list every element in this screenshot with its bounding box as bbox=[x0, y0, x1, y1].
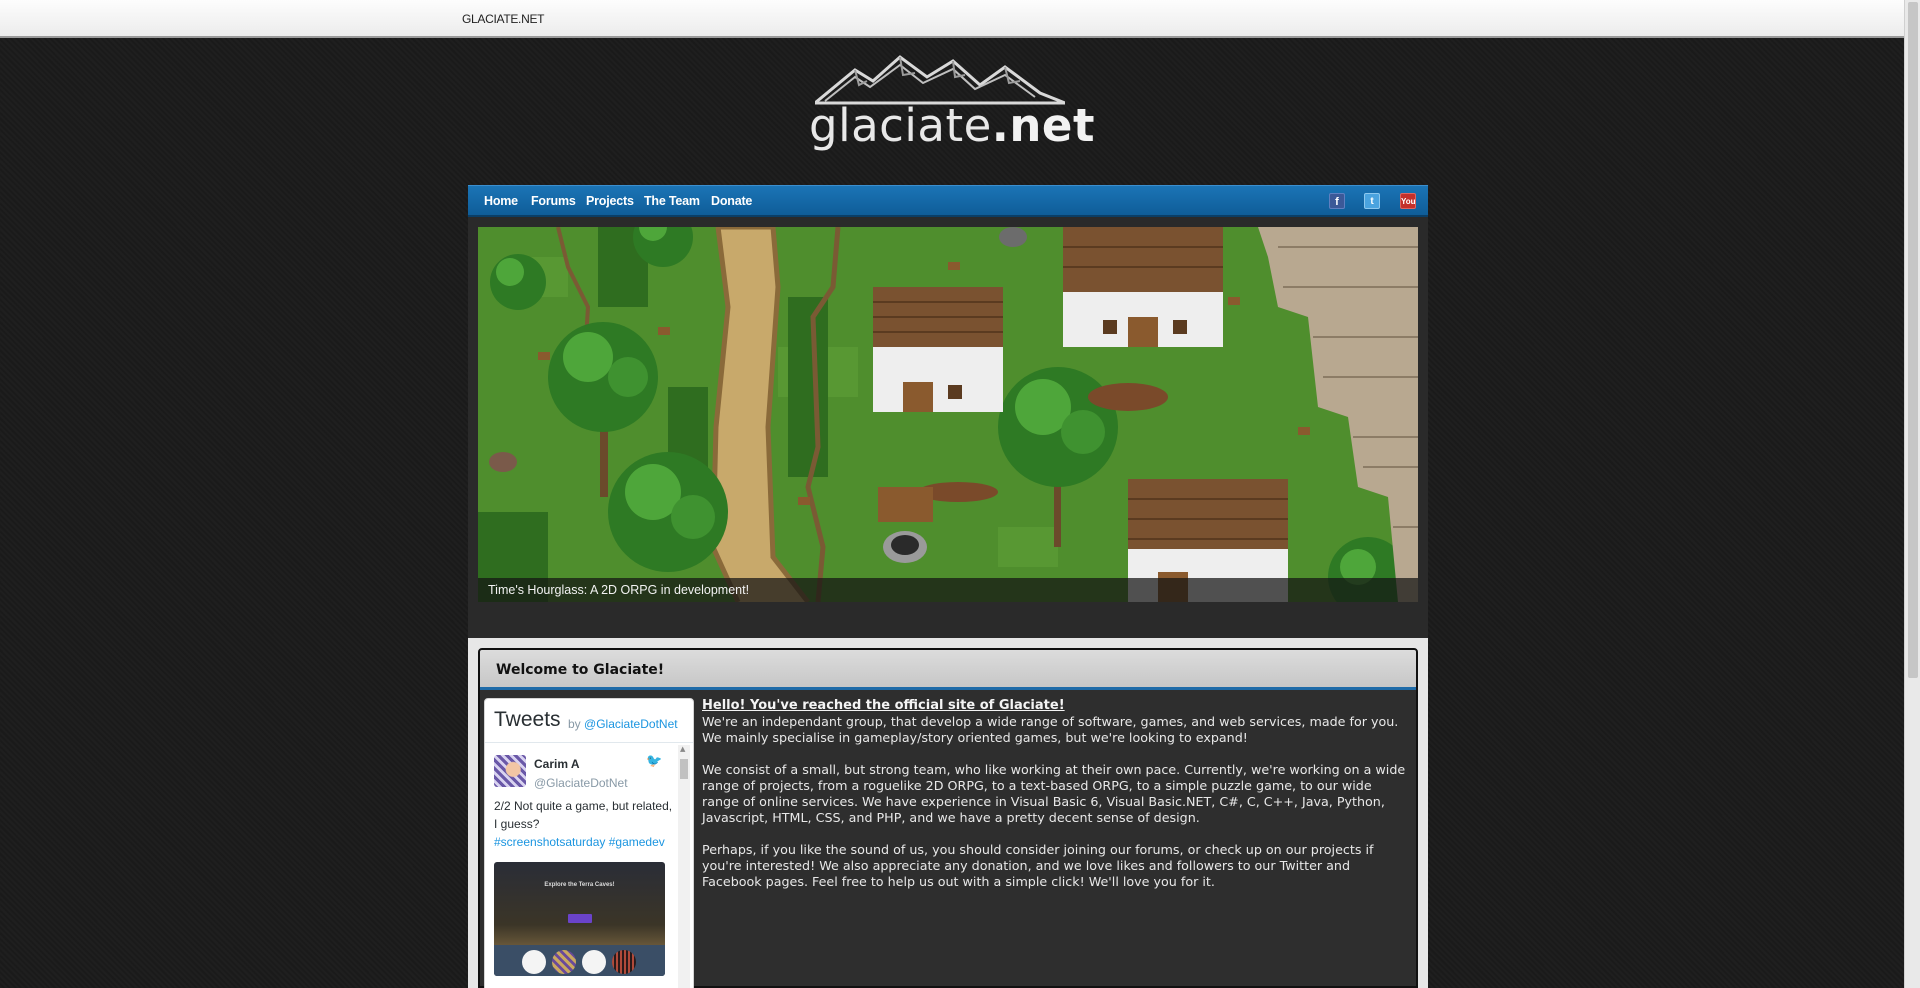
intro-paragraph-1: We're an independant group, that develop… bbox=[702, 714, 1399, 745]
tweet-media-image[interactable]: Explore the Terra Caves! bbox=[494, 862, 665, 976]
tweet-media-button bbox=[568, 914, 592, 923]
tweets-by: by @GlaciateDotNet bbox=[568, 717, 678, 731]
welcome-title: Welcome to Glaciate! bbox=[496, 662, 665, 678]
nav-home[interactable]: Home bbox=[484, 194, 518, 208]
media-avatar-1 bbox=[522, 950, 546, 974]
tweets-header: Tweets by @GlaciateDotNet bbox=[485, 699, 693, 743]
media-avatar-3 bbox=[582, 950, 606, 974]
tweet-media-strip bbox=[494, 945, 665, 976]
youtube-icon[interactable]: You bbox=[1400, 193, 1416, 209]
media-avatar-4 bbox=[612, 950, 636, 974]
facebook-icon[interactable]: f bbox=[1329, 193, 1345, 209]
mountains-icon bbox=[815, 55, 1065, 105]
tweet-media-title: Explore the Terra Caves! bbox=[544, 882, 615, 888]
nav-forums[interactable]: Forums bbox=[531, 194, 576, 208]
welcome-panel-header: Welcome to Glaciate! bbox=[480, 650, 1416, 690]
tweet-author-name[interactable]: Carim A bbox=[534, 757, 580, 771]
nav-donate[interactable]: Donate bbox=[711, 194, 752, 208]
tweets-scrollbar[interactable]: ▲ bbox=[678, 745, 690, 988]
tweets-scroll-thumb[interactable] bbox=[680, 759, 688, 779]
tweet-author-handle[interactable]: @GlaciateDotNet bbox=[534, 776, 628, 790]
intro-headline: Hello! You've reached the official site … bbox=[702, 698, 1065, 713]
tweets-title: Tweets bbox=[494, 708, 561, 731]
slide-caption: Time's Hourglass: A 2D ORPG in developme… bbox=[478, 578, 1418, 602]
tweets-account-link[interactable]: @GlaciateDotNet bbox=[584, 717, 678, 731]
avatar[interactable] bbox=[494, 755, 526, 787]
game-map-image bbox=[478, 227, 1418, 602]
intro-paragraph-2: We consist of a small, but strong team, … bbox=[702, 762, 1406, 825]
nav-the-team[interactable]: The Team bbox=[644, 194, 700, 208]
tweet-hashtags[interactable]: #screenshotsaturday #gamedev bbox=[494, 835, 665, 849]
twitter-timeline-widget[interactable]: Tweets by @GlaciateDotNet Carim A @Glaci… bbox=[484, 698, 694, 988]
twitter-icon[interactable]: t bbox=[1364, 193, 1380, 209]
intro-text: Hello! You've reached the official site … bbox=[702, 698, 1412, 906]
scrollbar-thumb[interactable] bbox=[1908, 2, 1918, 678]
scroll-up-icon[interactable]: ▲ bbox=[680, 745, 685, 753]
slide-caption-text: Time's Hourglass: A 2D ORPG in developme… bbox=[488, 583, 750, 597]
site-brand-link[interactable]: GLACIATE.NET bbox=[462, 12, 545, 26]
nav-projects[interactable]: Projects bbox=[586, 194, 634, 208]
content-area: Welcome to Glaciate! Tweets by @Glaciate… bbox=[468, 638, 1428, 988]
logo-text: glaciate.net bbox=[809, 99, 1095, 152]
slide-game-screenshot[interactable]: Time's Hourglass: A 2D ORPG in developme… bbox=[478, 227, 1418, 602]
media-avatar-2 bbox=[552, 950, 576, 974]
tweet-text: 2/2 Not quite a game, but related, I gue… bbox=[494, 799, 673, 849]
welcome-panel: Welcome to Glaciate! Tweets by @Glaciate… bbox=[478, 648, 1418, 988]
twitter-bird-icon[interactable]: 🐦 bbox=[646, 754, 662, 769]
intro-paragraph-3: Perhaps, if you like the sound of us, yo… bbox=[702, 842, 1374, 889]
main-navbar: Home Forums Projects The Team Donate f t… bbox=[468, 185, 1428, 217]
page-scrollbar[interactable] bbox=[1904, 0, 1920, 988]
site-logo[interactable]: glaciate.net bbox=[805, 55, 1094, 152]
top-bar: GLACIATE.NET bbox=[0, 0, 1904, 38]
main-container: Home Forums Projects The Team Donate f t… bbox=[468, 185, 1428, 988]
